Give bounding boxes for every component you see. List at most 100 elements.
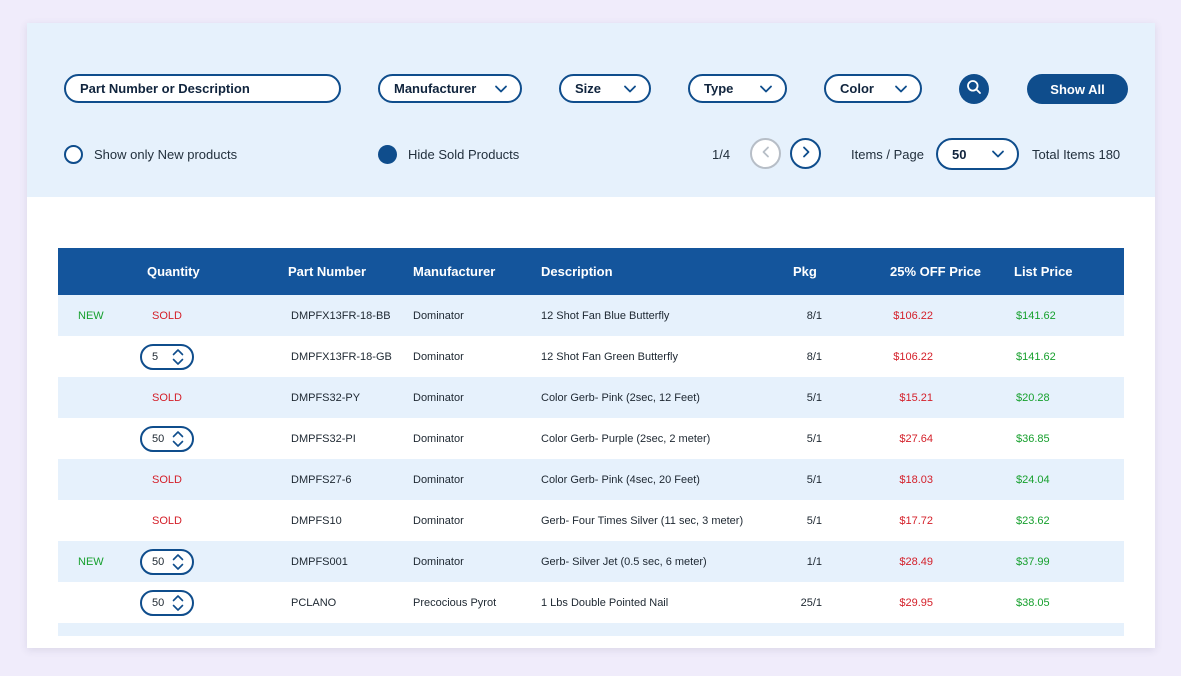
size-dropdown-label: Size [575,81,602,96]
pkg: 1/1 [806,555,822,568]
manufacturer: Dominator [413,514,464,527]
list-price: $23.62 [1016,514,1050,527]
product-catalog-card: Part Number or Description Manufacturer … [27,23,1155,648]
page-indicator: 1/4 [712,147,731,162]
search-input-placeholder: Part Number or Description [80,81,250,96]
hide-sold-toggle[interactable]: Hide Sold Products [378,145,519,164]
stepper-arrows-icon[interactable] [171,593,185,613]
show-all-button[interactable]: Show All [1027,74,1128,104]
pkg: 8/1 [806,350,822,363]
description: Color Gerb- Pink (2sec, 12 Feet) [541,391,700,404]
quantity-value[interactable]: 5 [142,351,171,363]
description: 12 Shot Fan Green Butterfly [541,350,678,363]
sold-label: SOLD [152,514,182,527]
quantity-stepper[interactable]: 50 [140,548,194,575]
filter-panel: Part Number or Description Manufacturer … [27,23,1155,197]
part-number[interactable]: DMPFS32-PI [291,433,356,445]
quantity-value[interactable]: 50 [142,556,171,568]
manufacturer: Dominator [413,473,464,486]
column-header-sale-price[interactable]: 25% OFF Price [890,264,981,279]
manufacturer-dropdown[interactable]: Manufacturer [378,74,522,103]
table-row: 50 PCLANO Precocious Pyrot 1 Lbs Double Poi… [58,582,1124,623]
color-dropdown-label: Color [840,81,874,96]
items-per-page-dropdown[interactable]: 50 [936,138,1019,170]
part-number[interactable]: DMPFS001 [291,556,348,568]
type-dropdown[interactable]: Type [688,74,787,103]
chevron-down-icon [494,82,508,96]
column-header-manufacturer[interactable]: Manufacturer [413,264,495,279]
manufacturer: Dominator [413,555,464,568]
part-number[interactable]: DMPFS27-6 [291,474,352,486]
type-dropdown-label: Type [704,81,734,96]
new-badge: NEW [78,309,104,322]
prev-page-button[interactable] [750,138,781,169]
quantity-stepper[interactable]: 5 [140,343,194,370]
table-body: NEW SOLD DMPFX13FR-18-BB Dominator 12 Shot F… [58,295,1124,636]
table-header: Quantity Part Number Manufacturer Descri… [58,248,1124,295]
quantity-value[interactable]: 50 [142,597,171,609]
chevron-right-icon [800,145,812,163]
search-input[interactable]: Part Number or Description [64,74,341,103]
table-row: NEW SOLD DMPFX13FR-18-BB Dominator 12 Shot F… [58,295,1124,336]
chevron-down-icon [991,147,1005,161]
table-row: SOLD DMPFS27-6 Dominator Color Gerb- Pink (… [58,459,1124,500]
pkg: 5/1 [806,432,822,445]
table-row: 50 DMPFS32-PI Dominator Color Gerb- Purple … [58,418,1124,459]
sale-price: $27.64 [899,432,933,445]
stepper-arrows-icon[interactable] [171,429,185,449]
items-per-page-label: Items / Page [851,147,924,162]
next-page-button[interactable] [790,138,821,169]
quantity-stepper[interactable]: 50 [140,425,194,452]
search-button[interactable] [959,74,989,104]
quantity-stepper[interactable]: 50 [140,589,194,616]
color-dropdown[interactable]: Color [824,74,922,103]
description: 1 Lbs Double Pointed Nail [541,596,669,609]
table-row: SOLD DMPFS10 Dominator Gerb- Four Times Sil… [58,500,1124,541]
table-row: NEW 50 DMPFS001 Dominator Gerb- Silver Jet (… [58,541,1124,582]
items-per-page-value: 50 [952,146,967,162]
sold-label: SOLD [152,473,182,486]
sold-label: SOLD [152,309,182,322]
manufacturer: Dominator [413,432,464,445]
sale-price: $29.95 [899,596,933,609]
hide-sold-radio[interactable] [378,145,397,164]
chevron-down-icon [894,82,908,96]
list-price: $141.62 [1016,309,1056,322]
size-dropdown[interactable]: Size [559,74,651,103]
new-badge: NEW [78,555,104,568]
manufacturer: Precocious Pyrot [413,596,497,609]
part-number[interactable]: PCLANO [291,597,336,609]
manufacturer: Dominator [413,350,464,363]
column-header-quantity[interactable]: Quantity [147,264,200,279]
column-header-pkg[interactable]: Pkg [793,264,817,279]
part-number[interactable]: DMPFX13FR-18-BB [291,310,391,322]
description: Color Gerb- Purple (2sec, 2 meter) [541,432,711,445]
stepper-arrows-icon[interactable] [171,552,185,572]
sale-price: $28.49 [899,555,933,568]
pkg: 5/1 [806,514,822,527]
table-row: SOLD DMPFS32-PY Dominator Color Gerb- Pink … [58,377,1124,418]
show-new-toggle[interactable]: Show only New products [64,145,237,164]
show-new-radio[interactable] [64,145,83,164]
list-price: $38.05 [1016,596,1050,609]
show-new-label: Show only New products [94,147,238,162]
part-number[interactable]: DMPFS10 [291,515,342,527]
sale-price: $17.72 [899,514,933,527]
quantity-value[interactable]: 50 [142,433,171,445]
hide-sold-label: Hide Sold Products [408,147,520,162]
list-price: $37.99 [1016,555,1050,568]
pkg: 25/1 [800,596,822,609]
sale-price: $106.22 [893,350,933,363]
column-header-part-number[interactable]: Part Number [288,264,366,279]
manufacturer: Dominator [413,309,464,322]
description: Gerb- Silver Jet (0.5 sec, 6 meter) [541,555,707,568]
stepper-arrows-icon[interactable] [171,347,185,367]
table-row [58,623,1124,636]
manufacturer: Dominator [413,391,464,404]
part-number[interactable]: DMPFS32-PY [291,392,360,404]
list-price: $24.04 [1016,473,1050,486]
column-header-description[interactable]: Description [541,264,613,279]
sale-price: $106.22 [893,309,933,322]
part-number[interactable]: DMPFX13FR-18-GB [291,351,392,363]
column-header-list-price[interactable]: List Price [1014,264,1073,279]
